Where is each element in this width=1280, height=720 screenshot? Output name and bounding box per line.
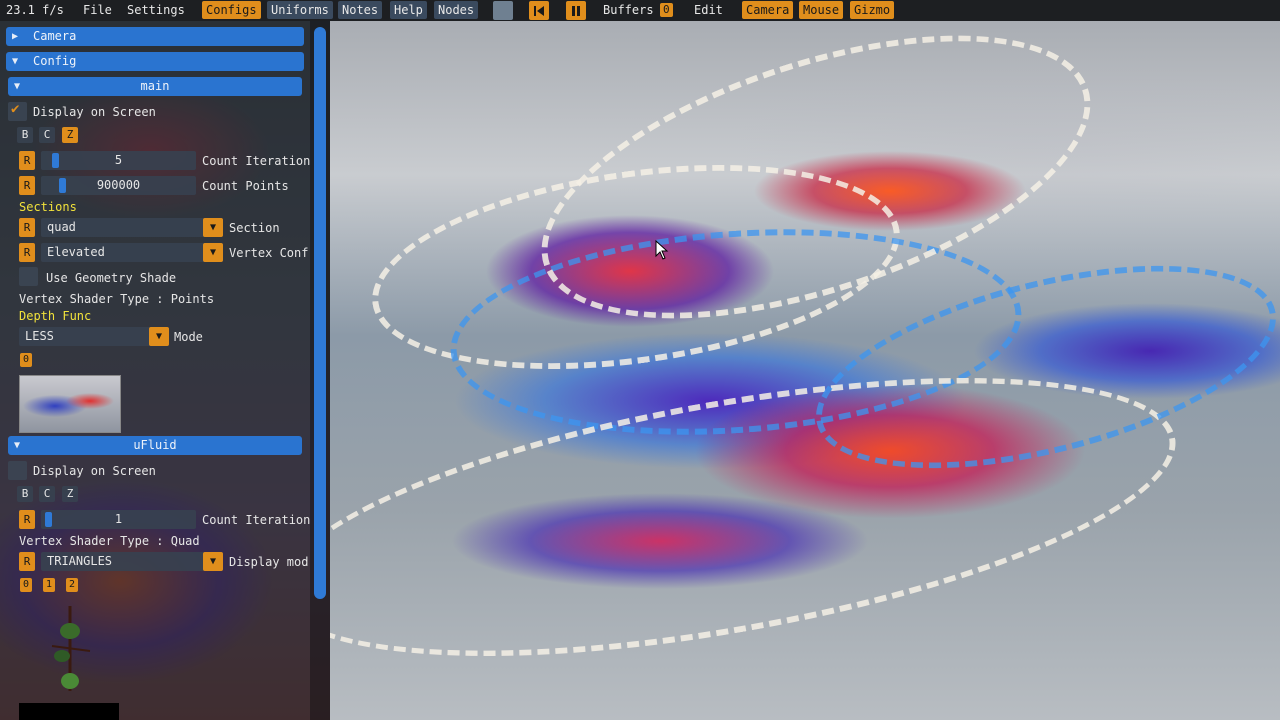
configs-toggle[interactable]: Configs [202, 1, 261, 19]
main-section-reset[interactable]: R [19, 218, 35, 237]
pause-icon[interactable] [566, 1, 586, 20]
main-section-combo[interactable]: quad ▼ [41, 218, 223, 237]
panel-scrollbar-thumb[interactable] [314, 27, 326, 599]
main-c-button[interactable]: C [39, 127, 55, 143]
camera-toggle[interactable]: Camera [742, 1, 794, 19]
config-panel: ▶ Camera ▼ Config ▼ main ✔ Display on Sc… [0, 21, 330, 720]
ufluid-buffer-chip-1[interactable]: 1 [43, 578, 55, 592]
main-vertex-conf-reset[interactable]: R [19, 243, 35, 262]
main-count-iteration-label: Count Iteration [202, 154, 311, 168]
depth-mode-combo[interactable]: LESS ▼ [19, 327, 169, 346]
ufluid-z-button[interactable]: Z [62, 486, 78, 502]
ufluid-c-button[interactable]: C [39, 486, 55, 502]
depth-func-heading: Depth Func [19, 309, 92, 323]
gizmo-toggle[interactable]: Gizmo [850, 1, 895, 19]
use-geometry-shader-label: Use Geometry Shade [46, 271, 177, 285]
camera-header[interactable]: ▶ Camera [6, 27, 304, 46]
main-display-checkbox[interactable]: ✔ [8, 101, 27, 121]
skip-back-icon[interactable] [529, 1, 549, 20]
ufluid-display-mode-reset[interactable]: R [19, 552, 35, 571]
main-vertex-conf-label: Vertex Conf [229, 246, 309, 260]
ufluid-display-label: Display on Screen [33, 464, 156, 478]
ufluid-vertex-shader-type: Vertex Shader Type : Quad [19, 534, 200, 548]
ufluid-buffer-chip-2[interactable]: 2 [66, 578, 78, 592]
ufluid-b-button[interactable]: B [17, 486, 33, 502]
check-icon: ✔ [11, 101, 20, 117]
chevron-down-icon[interactable]: ▼ [203, 552, 223, 571]
ufluid-count-iteration-label: Count Iteration [202, 513, 311, 527]
fps-readout: 23.1 f/s [6, 3, 64, 17]
uniforms-toggle[interactable]: Uniforms [267, 1, 333, 19]
menu-buffers[interactable]: Buffers [603, 0, 654, 21]
main-buffer-preview[interactable] [19, 375, 121, 433]
ufluid-count-iteration-slider[interactable]: 1 [41, 510, 196, 529]
main-z-button[interactable]: Z [62, 127, 78, 143]
ufluid-section-header[interactable]: ▼ uFluid [8, 436, 302, 455]
main-count-iteration-reset[interactable]: R [19, 151, 35, 170]
main-b-button[interactable]: B [17, 127, 33, 143]
mouse-toggle[interactable]: Mouse [799, 1, 844, 19]
chevron-right-icon: ▶ [12, 31, 19, 42]
ufluid-count-iteration-reset[interactable]: R [19, 510, 35, 529]
chevron-down-icon[interactable]: ▼ [149, 327, 169, 346]
help-toggle[interactable]: Help [390, 1, 427, 19]
notes-toggle[interactable]: Notes [338, 1, 383, 19]
config-header[interactable]: ▼ Config [6, 52, 304, 71]
main-section-label: Section [229, 221, 280, 235]
ufluid-buffer-preview[interactable] [40, 601, 100, 696]
ufluid-buffer-chip-0[interactable]: 0 [20, 578, 32, 592]
use-geometry-shader-checkbox[interactable] [19, 267, 38, 286]
menu-edit[interactable]: Edit [694, 0, 723, 21]
menu-settings[interactable]: Settings [127, 0, 185, 21]
nodes-toggle[interactable]: Nodes [434, 1, 479, 19]
chevron-down-icon[interactable]: ▼ [203, 243, 223, 262]
main-count-iteration-slider[interactable]: 5 [41, 151, 196, 170]
main-buffer-chip-0[interactable]: 0 [20, 353, 32, 367]
ufluid-buffer-preview-2[interactable] [19, 703, 119, 720]
depth-mode-label: Mode [174, 330, 203, 344]
main-count-points-reset[interactable]: R [19, 176, 35, 195]
main-vertex-conf-combo[interactable]: Elevated ▼ [41, 243, 223, 262]
color-swatch-button[interactable] [493, 1, 513, 20]
main-display-label: Display on Screen [33, 105, 156, 119]
ufluid-display-mode-label: Display mod [229, 555, 309, 569]
chevron-down-icon[interactable]: ▼ [203, 218, 223, 237]
main-count-points-label: Count Points [202, 179, 289, 193]
buffers-count-badge: 0 [660, 3, 673, 17]
ufluid-display-checkbox[interactable] [8, 461, 27, 480]
menu-bar: 23.1 f/s File Settings Configs Uniforms … [0, 0, 1280, 21]
sections-heading: Sections [19, 200, 77, 214]
main-count-points-slider[interactable]: 900000 [41, 176, 196, 195]
menu-file[interactable]: File [83, 0, 112, 21]
main-section-header[interactable]: ▼ main [8, 77, 302, 96]
main-vertex-shader-type: Vertex Shader Type : Points [19, 292, 215, 306]
render-viewport[interactable] [330, 21, 1280, 720]
ufluid-display-mode-combo[interactable]: TRIANGLES ▼ [41, 552, 223, 571]
chevron-down-icon: ▼ [12, 56, 19, 67]
